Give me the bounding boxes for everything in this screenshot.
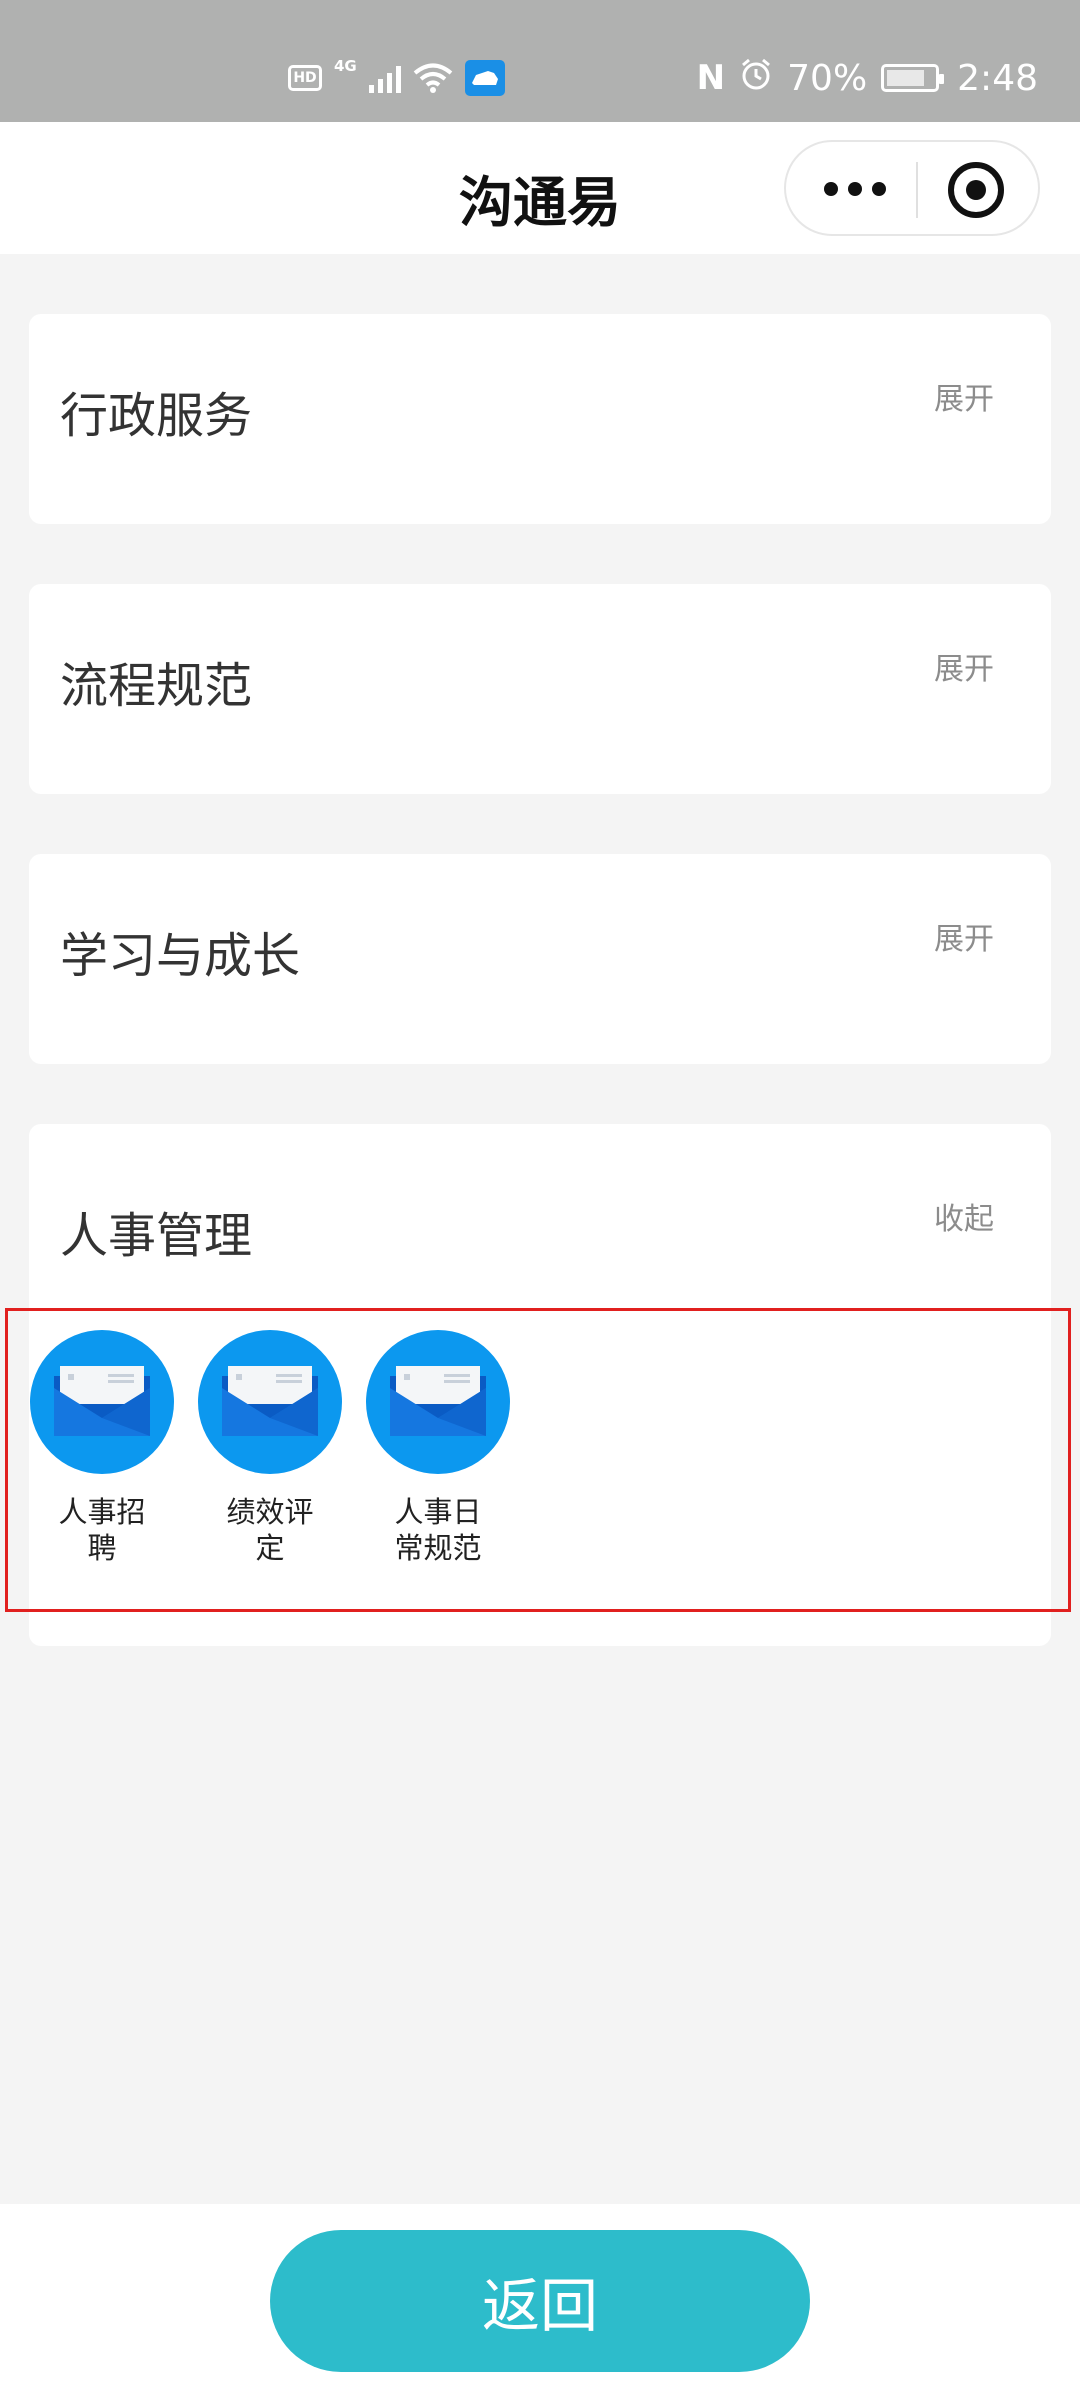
- highlight-box: [5, 1308, 1071, 1612]
- status-right: N 70% 2:48: [697, 56, 1038, 100]
- nav-bar: 沟通易: [0, 122, 1080, 254]
- battery-icon: [881, 64, 945, 92]
- close-target-icon[interactable]: [948, 162, 1004, 218]
- card-title: 行政服务: [60, 388, 253, 444]
- clock: 2:48: [957, 57, 1038, 99]
- back-button[interactable]: 返回: [270, 2230, 810, 2372]
- alarm-icon: [739, 57, 773, 100]
- collapse-toggle[interactable]: 收起: [934, 1194, 994, 1238]
- network-type: 4G: [334, 57, 357, 75]
- bottom-bar: 返回: [0, 2204, 1080, 2400]
- card-learning-growth[interactable]: 学习与成长 展开: [29, 854, 1051, 1064]
- expand-toggle[interactable]: 展开: [934, 374, 994, 418]
- mini-program-capsule: [784, 140, 1040, 236]
- card-process-standards[interactable]: 流程规范 展开: [29, 584, 1051, 794]
- nfc-icon: N: [696, 58, 726, 98]
- capsule-divider: [916, 162, 918, 218]
- more-icon[interactable]: [824, 182, 886, 196]
- wifi-icon: [413, 62, 453, 94]
- app-notification-icon: [464, 60, 505, 96]
- card-title: 流程规范: [60, 658, 253, 714]
- status-bar: HD 4G N 70% 2:48: [0, 0, 1080, 122]
- expand-toggle[interactable]: 展开: [934, 914, 994, 958]
- signal-icon: [368, 63, 401, 93]
- card-title: 学习与成长: [60, 928, 301, 984]
- status-left: HD 4G: [288, 56, 505, 100]
- card-title: 人事管理: [60, 1208, 253, 1264]
- hd-badge: HD: [288, 65, 322, 91]
- expand-toggle[interactable]: 展开: [934, 644, 994, 688]
- battery-percent: 70%: [787, 57, 868, 99]
- card-admin-services[interactable]: 行政服务 展开: [29, 314, 1051, 524]
